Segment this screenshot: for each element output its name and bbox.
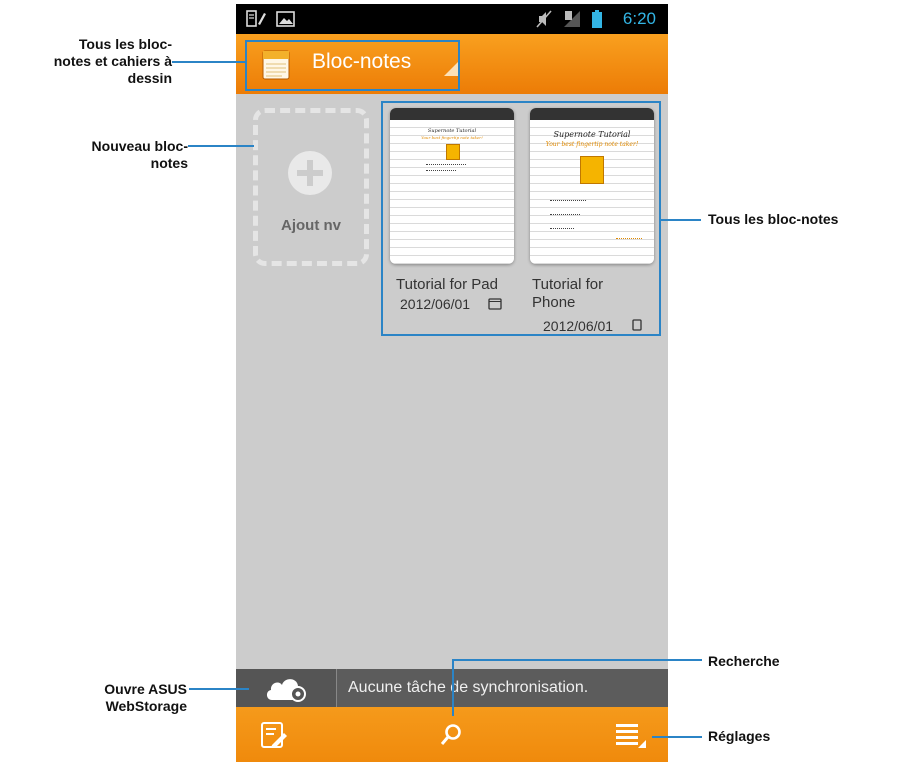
webstorage-button[interactable] [236,669,337,707]
annotation-settings: Réglages [708,728,771,744]
search-icon[interactable] [440,723,462,747]
cloud-settings-icon [266,679,306,702]
highlight-notebook-filter [245,40,460,91]
edit-notes-icon[interactable] [260,721,288,749]
menu-icon[interactable] [614,722,648,750]
add-notebook-button[interactable]: Ajout nv [253,108,369,266]
annotation-webstorage: Ouvre ASUS WebStorage [104,681,187,714]
annotation-search: Recherche [708,653,780,669]
annotation-all-notebooks: Tous les bloc-notes [708,211,839,227]
plus-icon [288,151,332,195]
annotation-new-notebook: Nouveau bloc- notes [91,138,188,171]
signal-icon [564,11,580,27]
notebook-notification-icon [246,10,266,27]
status-time: 6:20 [622,9,656,28]
status-bar: 6:20 [236,4,668,34]
mute-icon [536,10,552,28]
highlight-all-notebooks [381,101,661,336]
battery-icon [592,10,602,28]
sync-status-text: Aucune tâche de synchronisation. [348,679,589,696]
annotation-all-notebooks-sketchbooks: Tous les bloc- notes et cahiers à dessin [53,36,172,86]
image-notification-icon [276,11,295,27]
add-notebook-label: Ajout nv [281,217,341,234]
